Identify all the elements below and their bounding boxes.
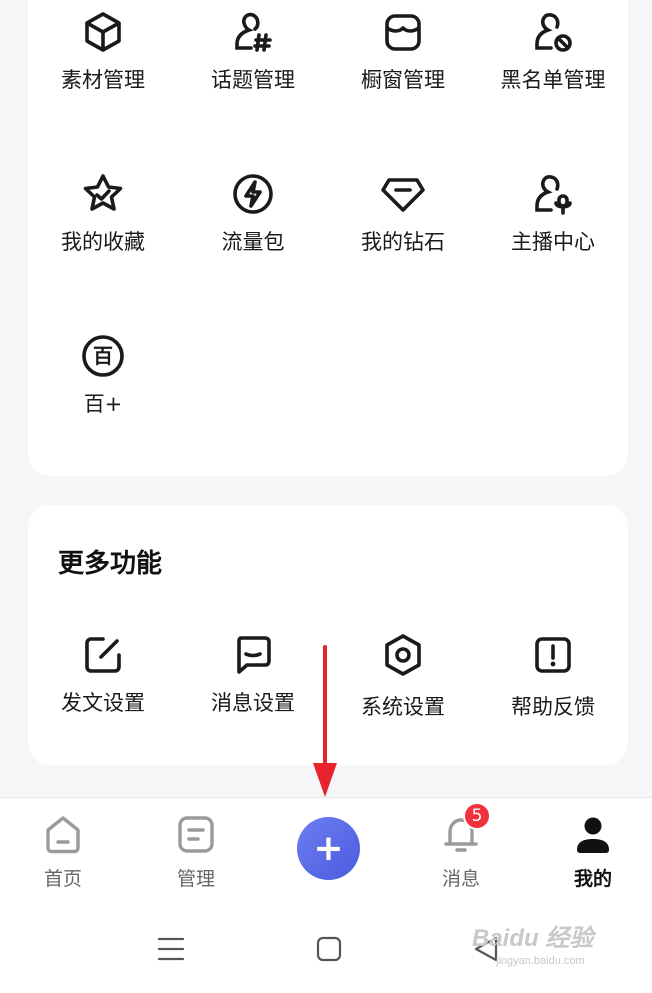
tab-label: 管理	[176, 868, 215, 890]
create-post-button[interactable]: +	[297, 817, 360, 880]
tab-label: 消息	[441, 868, 480, 890]
tool-streamer-center[interactable]: 主播中心	[478, 170, 628, 256]
tools-card: 素材管理 话题管理 橱窗管理 黑名单管理 我的收藏 流量包 我的钻石 主播中心 …	[28, 0, 628, 476]
section-title: 更多功能	[58, 549, 163, 579]
alert-square-icon	[535, 637, 571, 673]
plus-icon: +	[313, 827, 344, 869]
tool-label: 话题管理	[211, 68, 295, 92]
svg-text:百: 百	[93, 344, 113, 368]
more-functions-card: 更多功能 发文设置 消息设置 系统设置 帮助反馈	[28, 505, 628, 765]
tool-topic-manage[interactable]: 话题管理	[178, 8, 328, 94]
lightning-icon	[233, 174, 273, 214]
tool-my-diamonds[interactable]: 我的钻石	[328, 170, 478, 256]
tool-label: 流量包	[221, 230, 285, 254]
more-label: 帮助反馈	[511, 695, 595, 719]
menu-icon[interactable]	[157, 935, 185, 963]
more-message-settings[interactable]: 消息设置	[178, 631, 328, 717]
unread-badge: 5	[463, 802, 491, 830]
tool-material-manage[interactable]: 素材管理	[28, 8, 178, 94]
home-square-icon[interactable]	[315, 935, 343, 963]
tab-label: 我的	[573, 868, 612, 890]
more-help-feedback[interactable]: 帮助反馈	[478, 631, 628, 721]
user-mic-icon	[535, 175, 572, 215]
tool-my-favorites[interactable]: 我的收藏	[28, 170, 178, 256]
message-icon	[237, 636, 271, 674]
bottom-tab-bar: 首页 管理 + 5 消息 我的	[0, 797, 652, 909]
tab-messages[interactable]: 5 消息	[411, 802, 511, 891]
watermark: Baidu 经验 jingyan.baidu.com	[472, 918, 593, 967]
settings-hex-icon	[385, 634, 421, 676]
bai-badge-icon: 百	[82, 335, 124, 377]
tool-label: 主播中心	[511, 230, 595, 254]
more-label: 消息设置	[211, 691, 295, 715]
tab-label: 首页	[43, 868, 82, 890]
tool-label: 我的钻石	[361, 230, 445, 254]
watermark-main: Baidu 经验	[472, 925, 594, 952]
tool-label: 我的收藏	[61, 230, 145, 254]
tool-label: 黑名单管理	[500, 68, 606, 92]
tab-manage[interactable]: 管理	[146, 812, 246, 891]
watermark-url: jingyan.baidu.com	[496, 955, 585, 967]
edit-icon	[85, 637, 121, 673]
more-label: 发文设置	[61, 691, 145, 715]
tool-blacklist-manage[interactable]: 黑名单管理	[478, 8, 628, 94]
tool-bai-plus[interactable]: 百 百+	[28, 332, 178, 418]
profile-icon	[577, 817, 609, 853]
more-post-settings[interactable]: 发文设置	[28, 631, 178, 717]
tool-label: 素材管理	[61, 68, 145, 92]
tool-label: 百+	[83, 392, 123, 416]
cube-icon	[85, 12, 121, 52]
tool-showcase-manage[interactable]: 橱窗管理	[328, 8, 478, 94]
manage-icon	[178, 816, 214, 853]
diamond-icon	[381, 178, 425, 212]
home-icon	[46, 816, 80, 854]
tab-mine[interactable]: 我的	[543, 812, 643, 891]
tool-traffic-pack[interactable]: 流量包	[178, 170, 328, 256]
more-label: 系统设置	[361, 695, 445, 719]
star-check-icon	[83, 174, 123, 211]
user-blocked-icon	[535, 13, 572, 52]
more-system-settings[interactable]: 系统设置	[328, 631, 478, 721]
tool-label: 橱窗管理	[361, 68, 445, 92]
user-hashtag-icon	[235, 12, 272, 52]
tab-home[interactable]: 首页	[13, 812, 113, 891]
storefront-icon	[385, 14, 421, 51]
